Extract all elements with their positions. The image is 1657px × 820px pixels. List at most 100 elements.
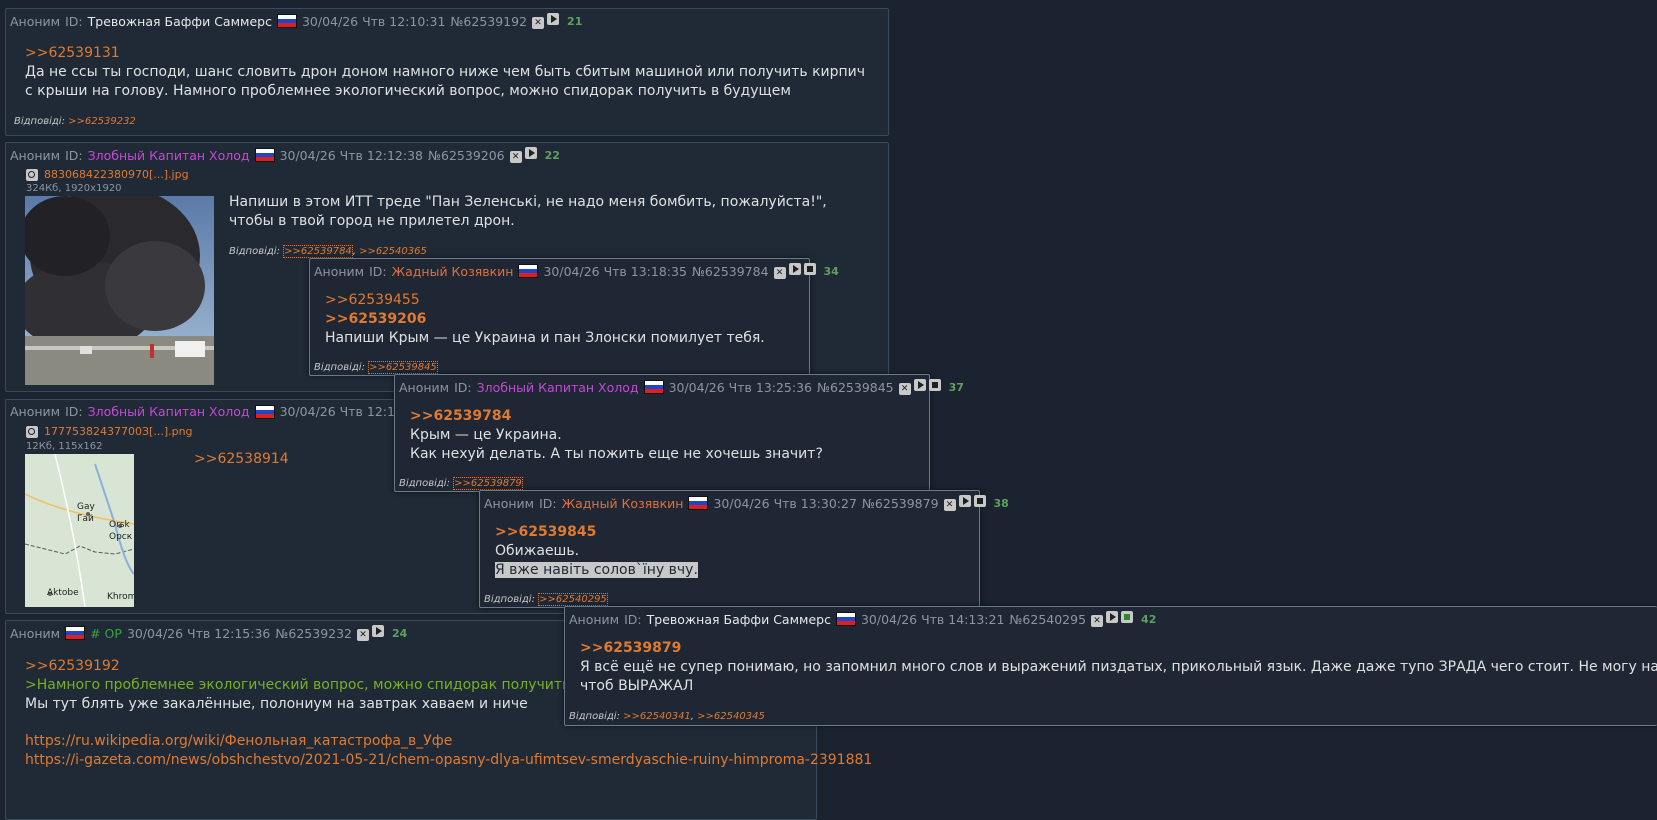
post-body: Напиши в этом ИТТ треде "Пан Зеленські, … <box>229 193 869 231</box>
reply-icon[interactable] <box>547 13 560 25</box>
post-body: >>62539455 >>62539206 Напиши Крым — це У… <box>325 291 805 348</box>
file-name[interactable]: 883068422380970[...].jpg <box>44 168 189 181</box>
file-name-link[interactable]: 17775382437700З[...].png <box>26 425 193 438</box>
post-number[interactable]: №62539192 <box>450 14 527 29</box>
reply-link[interactable]: >>62540345 <box>697 711 765 722</box>
poster-id[interactable]: Злобный Капитан Холод <box>88 404 250 419</box>
reply-ref-link[interactable]: >>62539455 <box>325 291 805 310</box>
hide-icon[interactable] <box>773 267 786 279</box>
reply-ref-link[interactable]: >>62539879 <box>580 639 1657 658</box>
poster-id[interactable]: Жадный Козявкин <box>562 496 684 511</box>
reply-icon[interactable] <box>524 147 537 159</box>
hide-icon[interactable] <box>509 151 522 163</box>
news-link[interactable]: https://i-gazeta.com/news/obshchestvo/20… <box>25 751 872 770</box>
reply-link[interactable]: >>62540341 <box>623 711 691 722</box>
close-popup-icon[interactable] <box>803 263 816 275</box>
id-label: ID: <box>65 147 83 163</box>
reply-icon[interactable] <box>1106 611 1119 623</box>
poster-name: Аноним <box>399 379 450 395</box>
reply-link[interactable]: >>62540295 <box>538 593 608 606</box>
post-text: Напиши в этом ИТТ треде "Пан Зеленські, … <box>229 194 827 229</box>
replies-bar: Відповіді: >>62540295 <box>484 593 608 606</box>
post-date: 30/04/26 Чтв 12:12:38 <box>279 147 424 163</box>
close-popup-icon[interactable] <box>973 495 986 507</box>
post-text: Да не ссы ты господи, шанс словить дрон … <box>25 64 866 99</box>
reply-icon[interactable] <box>913 379 926 391</box>
post-date: 30/04/26 Чтв 13:30:27 <box>713 495 857 511</box>
op-marker: # OP <box>90 625 122 641</box>
hide-icon[interactable] <box>532 17 545 29</box>
poster-id[interactable]: Злобный Капитан Холод <box>477 380 639 395</box>
reply-link[interactable]: >>62539879 <box>453 477 523 490</box>
reply-link[interactable]: >>62539845 <box>368 361 438 374</box>
magnifier-icon[interactable] <box>26 168 38 181</box>
hide-icon[interactable] <box>898 383 911 395</box>
poster-id[interactable]: Тревожная Баффи Саммерс <box>88 14 272 29</box>
replies-label: Відповіді: <box>314 362 365 373</box>
poster-name: Аноним <box>569 611 620 627</box>
replies-label: Відповіді: <box>229 246 280 257</box>
post-number[interactable]: №62539784 <box>692 264 769 279</box>
id-label: ID: <box>454 379 472 395</box>
reply-link[interactable]: >>62539232 <box>68 116 136 127</box>
reply-ref-link[interactable]: >>62539845 <box>495 523 975 542</box>
poster-id[interactable]: Жадный Козявкин <box>392 264 514 279</box>
map-label-gay: Gay <box>77 502 95 512</box>
poster-name: Аноним <box>10 13 61 29</box>
popup-62539784: Аноним ID: Жадный Козявкин 30/04/26 Чтв … <box>309 258 839 376</box>
magnifier-icon[interactable] <box>26 425 38 438</box>
smoke-image-thumbnail[interactable] <box>25 196 214 385</box>
poster-id[interactable]: Злобный Капитан Холод <box>88 148 250 163</box>
russia-flag-icon <box>518 264 539 278</box>
close-popup-icon[interactable] <box>928 379 941 391</box>
post-number[interactable]: №62539232 <box>275 626 352 641</box>
file-name-link[interactable]: 883068422380970[...].jpg <box>26 168 189 181</box>
post-text-line: чтоб ВЫРАЖАЛ <box>580 678 694 694</box>
reply-icon[interactable] <box>372 625 385 637</box>
poster-name: Аноним <box>314 263 365 279</box>
poster-id[interactable]: Тревожная Баффи Саммерс <box>647 612 831 627</box>
post-number[interactable]: №62539879 <box>862 496 939 511</box>
post-count: 42 <box>1141 612 1157 626</box>
russia-flag-icon <box>276 14 297 28</box>
russia-flag-icon <box>254 148 275 162</box>
reply-ref-link[interactable]: >>62539131 <box>25 44 875 63</box>
post-body: >>62539879 Я всё ещё не супер понимаю, н… <box>580 639 1657 696</box>
reply-icon[interactable] <box>958 495 971 507</box>
replies-bar: Відповіді: >>62539232 <box>14 116 136 127</box>
hide-icon[interactable] <box>1091 615 1104 627</box>
poster-name: Аноним <box>10 147 61 163</box>
post-count: 22 <box>544 148 560 162</box>
russia-flag-icon <box>643 380 664 394</box>
hide-icon[interactable] <box>943 499 956 511</box>
replies-label: Відповіді: <box>399 478 450 489</box>
poster-name: Аноним <box>10 404 61 419</box>
reply-ref-link[interactable]: >>62538914 <box>194 450 289 469</box>
file-info: 324Кб, 1920x1920 <box>26 183 122 194</box>
replies-label: Відповіді: <box>484 594 535 605</box>
popup-62539845: Аноним ID: Злобный Капитан Холод 30/04/2… <box>394 374 964 492</box>
reply-link[interactable]: >>62539784 <box>283 245 353 258</box>
russia-flag-icon <box>254 404 275 419</box>
reply-ref-link[interactable]: >>62539206 <box>325 310 805 329</box>
wikipedia-link[interactable]: https://ru.wikipedia.org/wiki/Фенольная_… <box>25 732 815 751</box>
reply-ref-link[interactable]: >>62539784 <box>410 407 920 426</box>
reply-icon[interactable] <box>788 263 801 275</box>
reply-link[interactable]: >>62540365 <box>359 246 427 257</box>
post-header: Аноним ID: Тревожная Баффи Саммерс 30/04… <box>10 13 587 29</box>
post-date: 30/04/26 Чтв 14:13:21 <box>860 611 1005 627</box>
post-header: Аноним # OP 30/04/26 Чтв 12:15:36 №62539… <box>10 625 412 641</box>
post-text-line: Обижаешь. <box>495 543 580 559</box>
file-name[interactable]: 17775382437700З[...].png <box>44 425 193 438</box>
hide-icon[interactable] <box>357 629 370 641</box>
post-number[interactable]: №62539206 <box>428 148 505 163</box>
post-body: >>62538914 <box>194 450 289 469</box>
close-popup-icon[interactable] <box>1121 611 1134 623</box>
replies-label: Відповіді: <box>14 116 65 127</box>
post-number[interactable]: №62540295 <box>1009 612 1086 627</box>
id-label: ID: <box>539 495 557 511</box>
map-image-thumbnail[interactable]: Gay Гай Orsk Орск Aktobe Khrom <box>25 454 134 607</box>
post-date: 30/04/26 Чтв 13:25:36 <box>668 379 813 395</box>
post-number[interactable]: №62539845 <box>817 380 894 395</box>
russia-flag-icon <box>835 612 856 626</box>
